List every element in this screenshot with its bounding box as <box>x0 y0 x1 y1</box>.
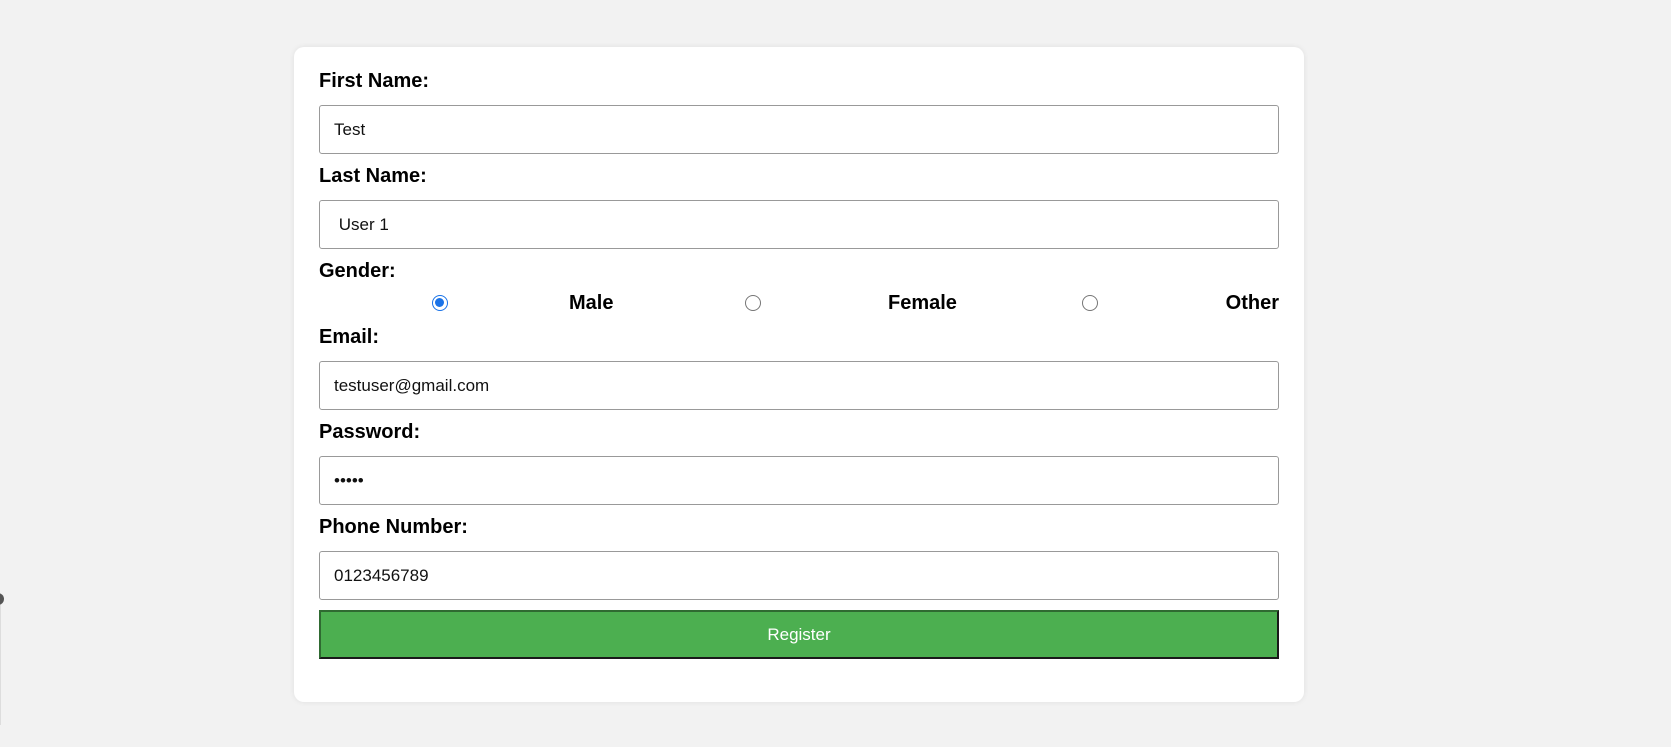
edge-handle <box>0 593 4 605</box>
gender-other-label: Other <box>1225 292 1279 314</box>
last-name-input[interactable] <box>319 200 1279 249</box>
register-button[interactable]: Register <box>319 610 1279 659</box>
registration-form: First Name: Last Name: Gender: Male Fema… <box>294 47 1304 702</box>
email-label: Email: <box>319 326 380 348</box>
first-name-input[interactable] <box>319 105 1279 154</box>
phone-input[interactable] <box>319 551 1279 600</box>
gender-female-label: Female <box>888 292 957 314</box>
gender-male-radio[interactable] <box>432 295 448 311</box>
gender-male-label: Male <box>569 292 614 314</box>
email-input[interactable] <box>319 361 1279 410</box>
edge-divider <box>0 605 1 725</box>
phone-label: Phone Number: <box>319 516 468 538</box>
first-name-label: First Name: <box>319 70 430 92</box>
password-input[interactable] <box>319 456 1279 505</box>
gender-radio-group: Male Female Other <box>319 285 1279 321</box>
gender-other-radio[interactable] <box>1082 295 1098 311</box>
gender-label: Gender: <box>319 260 396 282</box>
password-label: Password: <box>319 421 421 443</box>
gender-female-radio[interactable] <box>745 295 761 311</box>
last-name-label: Last Name: <box>319 165 427 187</box>
